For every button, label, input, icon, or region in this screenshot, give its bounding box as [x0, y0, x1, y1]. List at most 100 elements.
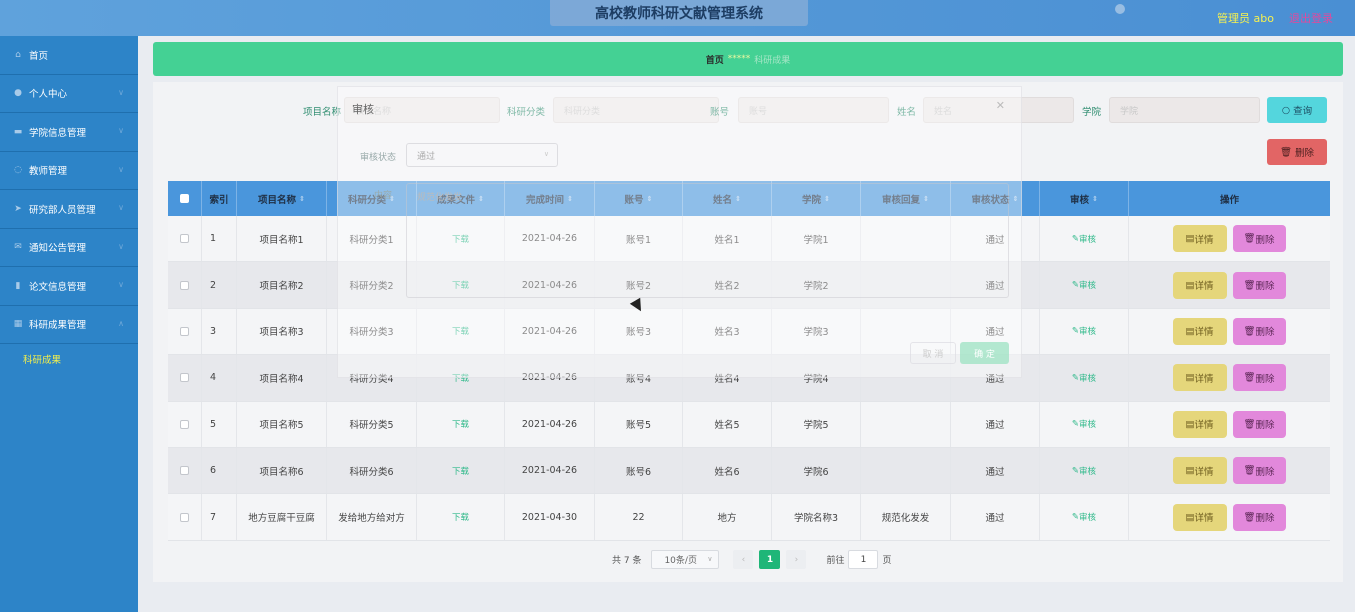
detail-label: 详情	[1194, 420, 1214, 432]
cell-reply: 规范化发发	[861, 494, 951, 540]
dialog-ok-button[interactable]: 确 定	[960, 342, 1009, 364]
page-1-button[interactable]: 1	[759, 550, 781, 569]
detail-label: 详情	[1194, 466, 1214, 478]
row-checkbox[interactable]	[180, 234, 189, 244]
select-all-cell[interactable]	[168, 181, 202, 216]
cell-file[interactable]: 下载	[417, 494, 505, 540]
cell-status: 通过	[951, 401, 1040, 447]
sidebar-item-college[interactable]: ▬ 学院信息管理 ∨	[0, 113, 138, 152]
row-actions: ▤ 详情 🗑 删除	[1129, 355, 1329, 400]
row-checkbox[interactable]	[180, 373, 189, 383]
row-delete-button[interactable]: 🗑 删除	[1232, 364, 1286, 392]
cell-audit[interactable]: ✎ 审核	[1040, 308, 1129, 355]
detail-label: 详情	[1194, 373, 1214, 385]
row-checkbox[interactable]	[180, 280, 189, 290]
cell-date: 2021-04-30	[505, 494, 595, 540]
page-size-select[interactable]: 10条/页 ∨	[651, 550, 720, 569]
row-select-cell[interactable]	[168, 401, 202, 447]
row-select-cell[interactable]	[168, 447, 202, 494]
cell-audit[interactable]: ✎ 审核	[1040, 401, 1129, 447]
cell-text: 账号6	[625, 466, 652, 478]
row-select-cell[interactable]	[168, 494, 202, 540]
detail-button[interactable]: ▤ 详情	[1172, 364, 1227, 392]
next-page-button[interactable]: ›	[786, 550, 807, 569]
row-delete-button[interactable]: 🗑 删除	[1232, 271, 1286, 299]
cell-audit[interactable]: ✎ 审核	[1040, 494, 1129, 540]
detail-icon: ▤	[1185, 465, 1195, 477]
cell-college: 学院6	[772, 447, 861, 494]
detail-button[interactable]: ▤ 详情	[1172, 225, 1227, 253]
col-project[interactable]: 项目名称 ⇕	[237, 181, 327, 216]
row-delete-button[interactable]: 🗑 删除	[1232, 317, 1286, 345]
select-all-checkbox[interactable]	[180, 194, 189, 203]
sidebar-item-personal[interactable]: ● 个人中心 ∨	[0, 75, 138, 113]
cell-file[interactable]: 下载	[417, 447, 505, 494]
cell-idx: 3	[202, 308, 237, 355]
detail-button[interactable]: ▤ 详情	[1172, 317, 1227, 345]
detail-button[interactable]: ▤ 详情	[1172, 410, 1227, 438]
row-checkbox[interactable]	[180, 326, 189, 336]
goto-page-input[interactable]: 1	[848, 550, 879, 569]
logout-link[interactable]: 退出登录	[1289, 10, 1333, 26]
row-checkbox[interactable]	[180, 512, 189, 522]
row-actions: ▤ 详情 🗑 删除	[1129, 216, 1329, 261]
cell-text: 学院5	[803, 420, 829, 432]
table-row: 6 项目名称6 科研分类6 下载 2021-04-26 账号6 姓名6 学院6 通过 ✎ 审核 ▤ …	[168, 447, 1330, 495]
row-delete-button[interactable]: 🗑 删除	[1232, 225, 1286, 253]
breadcrumb-home[interactable]: 首页	[706, 53, 724, 66]
download-link: 下载	[451, 513, 469, 524]
chevron-down-icon: ∨	[118, 87, 124, 97]
bulk-delete-button[interactable]: 🗑 删除	[1267, 139, 1327, 165]
cell-text: 发给地方给对方	[338, 513, 405, 525]
cell-audit[interactable]: ✎ 审核	[1040, 355, 1129, 401]
row-checkbox[interactable]	[180, 466, 189, 476]
sidebar-item-achievement[interactable]: ▦ 科研成果管理 ∧	[0, 306, 138, 344]
row-select-cell[interactable]	[168, 355, 202, 401]
search-button-label: 查询	[1293, 106, 1313, 117]
row-select-cell[interactable]	[168, 262, 202, 308]
detail-icon: ▤	[1185, 279, 1195, 291]
detail-button[interactable]: ▤ 详情	[1172, 503, 1227, 531]
prev-page-button[interactable]: ‹	[733, 550, 754, 569]
search-button[interactable]: ○ 查询	[1267, 97, 1327, 123]
row-select-cell[interactable]	[168, 216, 202, 262]
cell-text: 账号5	[625, 420, 652, 432]
cell-category: 科研分类5	[327, 401, 417, 447]
cell-audit[interactable]: ✎ 审核	[1040, 447, 1129, 494]
cell-text: 6	[210, 465, 217, 477]
sidebar-item-notice[interactable]: ✉ 通知公告管理 ∨	[0, 229, 138, 267]
row-delete-button[interactable]: 🗑 删除	[1232, 410, 1286, 438]
edit-icon: ✎	[1071, 372, 1080, 383]
dialog-status-select[interactable]: 通过 ∨	[406, 143, 558, 167]
cell-category: 发给地方给对方	[327, 494, 417, 540]
cell-file[interactable]: 下载	[417, 401, 505, 447]
row-delete-button[interactable]: 🗑 删除	[1232, 503, 1286, 531]
sidebar-item-research-staff[interactable]: ➤ 研究部人员管理 ∨	[0, 190, 138, 229]
row-checkbox[interactable]	[180, 419, 189, 429]
cell-audit[interactable]: ✎ 审核	[1040, 216, 1129, 262]
chevron-down-icon: ∨	[118, 203, 124, 212]
dialog-cancel-button[interactable]: 取 消	[910, 342, 956, 364]
edit-icon: ✎	[1071, 419, 1080, 430]
col-audit[interactable]: 审核 ⇕	[1040, 181, 1129, 216]
cell-text: 1	[210, 233, 217, 245]
sidebar-item-paper[interactable]: ▮ 论文信息管理 ∨	[0, 267, 138, 306]
dialog-content-textarea[interactable]: 规范化发发	[406, 183, 1009, 298]
cell-audit[interactable]: ✎ 审核	[1040, 262, 1129, 308]
trash-icon: 🗑	[1243, 233, 1256, 245]
college-filter-input[interactable]: 学院	[1109, 97, 1260, 123]
cell-name: 姓名5	[683, 401, 772, 447]
doc-icon: ▮	[15, 280, 21, 291]
detail-button[interactable]: ▤ 详情	[1172, 457, 1227, 485]
sidebar-item-teacher[interactable]: ◌ 教师管理 ∨	[0, 152, 138, 190]
detail-button[interactable]: ▤ 详情	[1172, 271, 1227, 299]
sidebar-item-home[interactable]: ⌂ 首页	[0, 36, 138, 75]
row-select-cell[interactable]	[168, 308, 202, 355]
close-icon[interactable]: ✕	[996, 99, 1005, 112]
audit-link: 审核	[1079, 513, 1097, 524]
project-filter-label: 项目名称	[303, 107, 342, 118]
row-delete-button[interactable]: 🗑 删除	[1232, 457, 1286, 485]
college-filter-label: 学院	[1082, 107, 1102, 118]
sidebar-subitem-achievement[interactable]: 科研成果	[0, 344, 138, 374]
detail-icon: ▤	[1185, 325, 1195, 337]
